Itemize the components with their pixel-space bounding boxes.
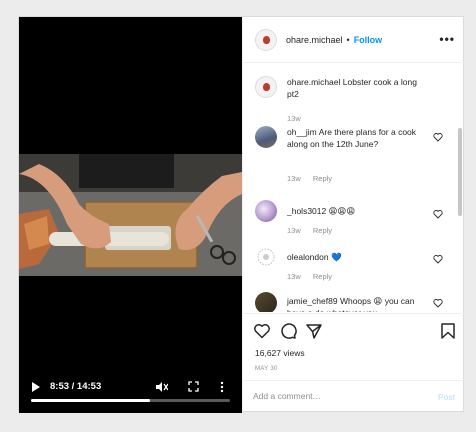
video-controls: 8:53 / 14:53 [19, 373, 242, 413]
post-actions: 16,627 views MAY 30 Post [243, 313, 465, 413]
comment-text: olealondon 💙 [287, 251, 427, 263]
post-date: MAY 30 [255, 366, 278, 372]
commenter-avatar[interactable] [255, 292, 277, 312]
comment-age: 13w [287, 226, 301, 235]
commenter-avatar[interactable] [255, 200, 277, 222]
comments-list[interactable]: ohare.michael Lobster cook a long pt2 13… [243, 64, 465, 312]
add-comment-bar: Post [243, 380, 465, 414]
comment-text: _hols3012 😩😩😩 [287, 205, 427, 217]
comment-meta: 13w Reply [287, 272, 342, 281]
commenter-avatar[interactable] [255, 126, 277, 148]
more-vertical-icon[interactable] [219, 381, 225, 393]
comment-body: 😩😩😩 [328, 206, 356, 216]
share-icon[interactable] [305, 322, 323, 340]
comment-meta: 13w Reply [287, 226, 342, 235]
comment-text: oh__jim Are there plans for a cook along… [287, 126, 427, 150]
post-header: ohare.michael • Follow ••• [243, 17, 465, 63]
comment-text: jamie_chef89 Whoops 😩 you can have a do … [287, 295, 427, 312]
reply-button[interactable]: Reply [313, 272, 332, 281]
caption-username[interactable]: ohare.michael [287, 77, 340, 87]
follow-button[interactable]: Follow [354, 35, 383, 45]
author-username[interactable]: ohare.michael [286, 35, 343, 45]
bookmark-icon[interactable] [439, 322, 457, 340]
separator-dot: • [346, 34, 350, 45]
comment-body: 💙 [330, 252, 342, 262]
caption-meta: 13w [287, 114, 311, 123]
comment-age: 13w [287, 272, 301, 281]
heart-icon[interactable] [433, 298, 443, 308]
caption-avatar[interactable] [255, 76, 277, 98]
comment-icon[interactable] [279, 322, 297, 340]
reply-button[interactable]: Reply [313, 226, 332, 235]
video-player[interactable]: 8:53 / 14:53 [19, 17, 242, 413]
comment-input[interactable] [253, 391, 413, 401]
commenter-avatar[interactable] [255, 246, 277, 268]
play-icon[interactable] [31, 381, 41, 393]
heart-icon[interactable] [433, 254, 443, 264]
caption-age: 13w [287, 114, 301, 123]
heart-icon[interactable] [433, 132, 443, 142]
comment-meta: 13w Reply [287, 174, 342, 183]
heart-icon[interactable] [253, 322, 271, 340]
post-button[interactable]: Post [438, 392, 455, 402]
video-frame [19, 154, 242, 276]
heart-icon[interactable] [433, 209, 443, 219]
comments-scrollbar[interactable] [458, 128, 462, 216]
caption-text: ohare.michael Lobster cook a long pt2 [287, 76, 427, 100]
author-avatar[interactable] [255, 28, 277, 51]
commenter-username[interactable]: oh__jim [287, 127, 317, 137]
mute-icon[interactable] [155, 381, 168, 393]
view-count[interactable]: 16,627 views [255, 348, 305, 358]
more-horizontal-icon[interactable]: ••• [439, 33, 455, 45]
commenter-username[interactable]: olealondon [287, 252, 329, 262]
progress-bar[interactable] [31, 399, 230, 402]
details-panel: ohare.michael • Follow ••• ohare.michael… [242, 17, 465, 413]
commenter-username[interactable]: jamie_chef89 [287, 296, 338, 306]
reply-button[interactable]: Reply [313, 174, 332, 183]
comment-age: 13w [287, 174, 301, 183]
post-modal: 8:53 / 14:53 ohare.michael • Follow ••• … [18, 16, 465, 413]
fullscreen-icon[interactable] [188, 381, 199, 392]
commenter-username[interactable]: _hols3012 [287, 206, 326, 216]
progress-fill [31, 399, 150, 402]
video-time: 8:53 / 14:53 [50, 381, 102, 392]
